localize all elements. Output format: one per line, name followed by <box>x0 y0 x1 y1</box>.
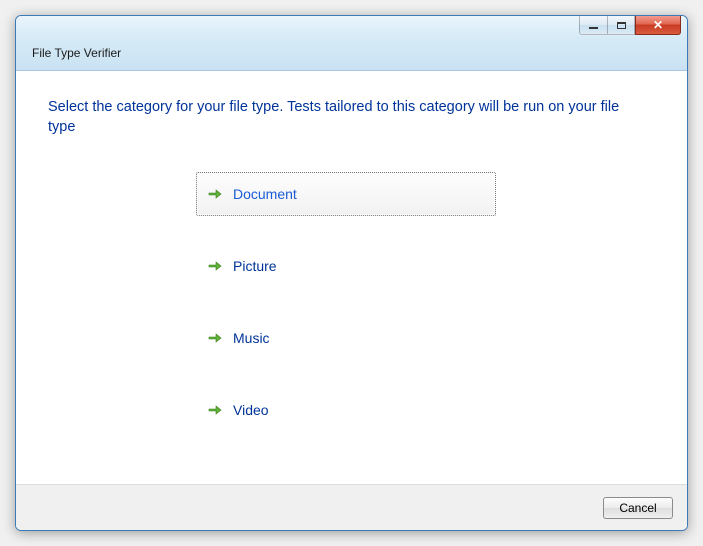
option-label: Music <box>233 330 270 346</box>
client-area: Select the category for your file type. … <box>16 71 687 530</box>
minimize-button[interactable] <box>579 16 607 35</box>
option-label: Document <box>233 186 297 202</box>
content-area: Select the category for your file type. … <box>16 71 687 484</box>
maximize-icon <box>617 22 626 29</box>
cancel-button[interactable]: Cancel <box>603 497 673 519</box>
minimize-icon <box>589 27 598 29</box>
arrow-right-icon <box>207 186 223 202</box>
close-button[interactable]: ✕ <box>635 16 681 35</box>
dialog-window: File Type Verifier ✕ Select the category… <box>15 15 688 531</box>
option-label: Picture <box>233 258 277 274</box>
option-document[interactable]: Document <box>196 172 496 216</box>
arrow-right-icon <box>207 402 223 418</box>
arrow-right-icon <box>207 330 223 346</box>
arrow-right-icon <box>207 258 223 274</box>
option-picture[interactable]: Picture <box>196 244 496 288</box>
close-icon: ✕ <box>653 19 663 31</box>
option-video[interactable]: Video <box>196 388 496 432</box>
dialog-footer: Cancel <box>16 484 687 530</box>
maximize-button[interactable] <box>607 16 635 35</box>
window-title: File Type Verifier <box>32 46 121 64</box>
category-options: Document Picture Music <box>196 172 655 432</box>
instruction-text: Select the category for your file type. … <box>48 97 638 138</box>
option-label: Video <box>233 402 269 418</box>
option-music[interactable]: Music <box>196 316 496 360</box>
titlebar: File Type Verifier ✕ <box>16 16 687 71</box>
window-controls: ✕ <box>579 16 681 35</box>
